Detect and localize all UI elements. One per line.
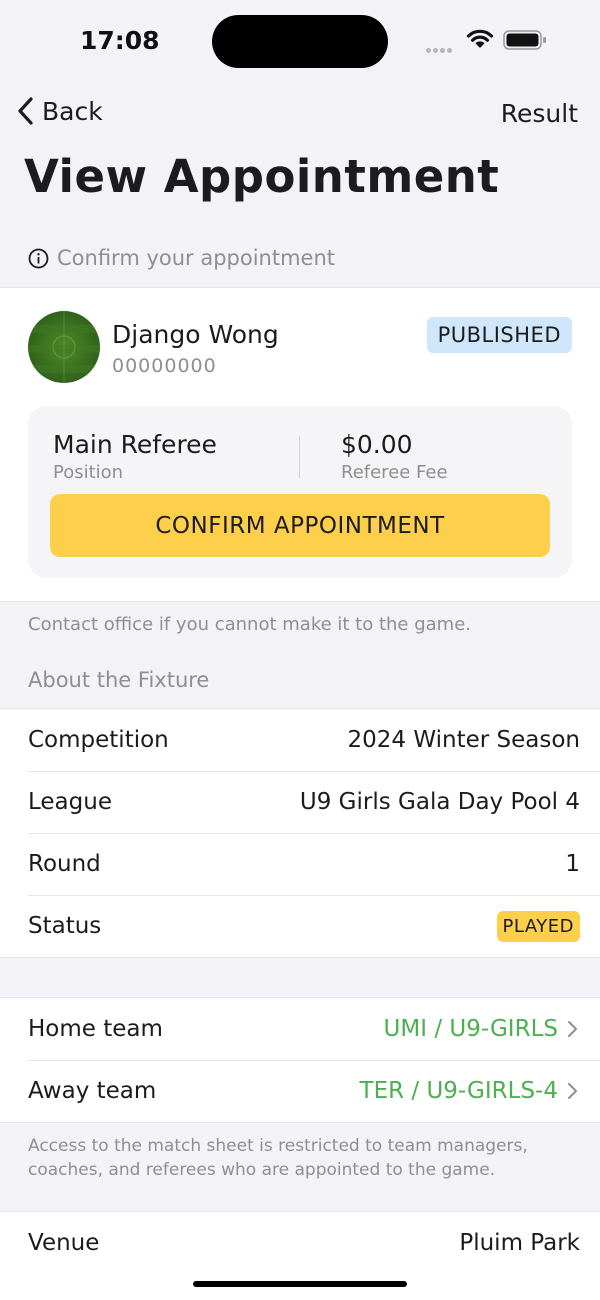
league-label: League bbox=[28, 789, 112, 815]
list-item-venue: Venue Pluim Park bbox=[0, 1212, 600, 1274]
competition-value: 2024 Winter Season bbox=[347, 727, 580, 753]
away-team-value: TER / U9-GIRLS-4 bbox=[359, 1078, 558, 1104]
chevron-right-icon bbox=[568, 1083, 577, 1099]
info-circle-icon bbox=[28, 248, 49, 268]
competition-label: Competition bbox=[28, 727, 169, 753]
home-team-link[interactable]: UMI / U9-GIRLS bbox=[384, 1016, 580, 1042]
list-item-competition: Competition 2024 Winter Season bbox=[0, 709, 600, 771]
status-bar: 17:08 bbox=[0, 0, 600, 80]
fixture-details: Competition 2024 Winter Season League U9… bbox=[0, 708, 600, 958]
confirm-appointment-button[interactable]: CONFIRM APPOINTMENT bbox=[50, 494, 550, 557]
home-team-value: UMI / U9-GIRLS bbox=[383, 1016, 558, 1042]
away-team-label: Away team bbox=[28, 1078, 157, 1104]
info-banner: Confirm your appointment bbox=[28, 246, 335, 270]
appointment-card: Django Wong 00000000 PUBLISHED Main Refe… bbox=[0, 287, 600, 602]
home-team-label: Home team bbox=[28, 1016, 163, 1042]
cellular-signal-icon bbox=[426, 38, 460, 53]
home-indicator bbox=[193, 1281, 407, 1287]
back-label: Back bbox=[42, 96, 103, 126]
position-value: Main Referee bbox=[53, 430, 217, 459]
status-badge: PUBLISHED bbox=[426, 317, 572, 353]
battery-icon bbox=[503, 30, 546, 50]
info-banner-text: Confirm your appointment bbox=[57, 246, 336, 270]
dynamic-island bbox=[212, 15, 388, 68]
away-team-row[interactable]: Away team TER / U9-GIRLS-4 bbox=[0, 1060, 600, 1122]
list-item-status: Status PLAYED bbox=[0, 895, 600, 957]
contact-note: Contact office if you cannot make it to … bbox=[28, 614, 472, 635]
league-value: U9 Girls Gala Day Pool 4 bbox=[299, 789, 580, 815]
fixture-section-title: About the Fixture bbox=[28, 668, 210, 692]
page-title: View Appointment bbox=[24, 150, 500, 203]
wifi-icon bbox=[466, 29, 494, 48]
status-label: Status bbox=[28, 913, 102, 939]
round-label: Round bbox=[28, 851, 101, 877]
access-note: Access to the match sheet is restricted … bbox=[28, 1136, 528, 1180]
position-label: Position bbox=[53, 462, 124, 483]
chevron-left-icon bbox=[18, 97, 33, 125]
referee-id: 00000000 bbox=[112, 355, 217, 377]
status-time: 17:08 bbox=[80, 26, 160, 55]
chevron-right-icon bbox=[568, 1021, 577, 1037]
divider bbox=[299, 436, 300, 478]
home-team-row[interactable]: Home team UMI / U9-GIRLS bbox=[0, 998, 600, 1060]
avatar bbox=[28, 311, 100, 383]
round-value: 1 bbox=[565, 851, 580, 877]
fee-value: $0.00 bbox=[341, 430, 413, 459]
back-button[interactable]: Back bbox=[16, 96, 103, 126]
list-item-league: League U9 Girls Gala Day Pool 4 bbox=[0, 771, 600, 833]
venue-value: Pluim Park bbox=[459, 1230, 580, 1256]
teams-list: Home team UMI / U9-GIRLS Away team TER /… bbox=[0, 997, 600, 1123]
referee-name: Django Wong bbox=[112, 320, 279, 349]
navigation-bar: Back Result bbox=[0, 92, 600, 136]
fee-label: Referee Fee bbox=[341, 462, 448, 483]
away-team-link[interactable]: TER / U9-GIRLS-4 bbox=[360, 1078, 580, 1104]
list-item-round: Round 1 bbox=[0, 833, 600, 895]
played-badge: PLAYED bbox=[496, 910, 580, 942]
result-button[interactable]: Result bbox=[501, 99, 578, 128]
venue-label: Venue bbox=[28, 1230, 100, 1256]
appointment-details: Main Referee Position $0.00 Referee Fee … bbox=[28, 406, 572, 578]
